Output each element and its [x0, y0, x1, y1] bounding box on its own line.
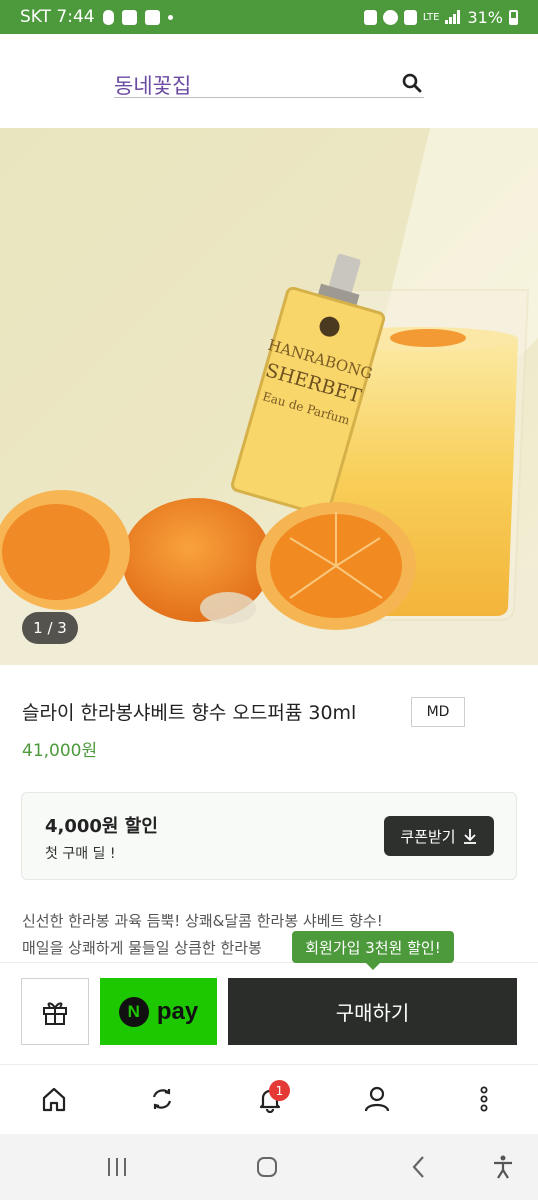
- back-icon: [412, 1156, 424, 1178]
- gallery-icon: [121, 9, 137, 25]
- mute-icon: [403, 9, 417, 25]
- android-nav-bar: [0, 1134, 538, 1200]
- image-counter: 1 / 3: [22, 612, 78, 644]
- recent-apps-button[interactable]: [102, 1152, 132, 1182]
- home-icon: [42, 1087, 66, 1112]
- npay-logo-icon: N: [118, 996, 149, 1027]
- nav-my-page[interactable]: [361, 1083, 393, 1115]
- back-button[interactable]: [404, 1152, 434, 1182]
- search-input[interactable]: 동네꽃집: [114, 70, 191, 100]
- gift-button[interactable]: [21, 978, 89, 1045]
- app-screen: SKT 7:44 LTE 31% 동네꽃집 HANRABONG SHERBET …: [0, 0, 538, 1200]
- nav-refresh[interactable]: [146, 1083, 178, 1115]
- download-icon: [463, 829, 476, 844]
- status-bar: SKT 7:44 LTE 31%: [0, 0, 538, 34]
- more-icon: [480, 1086, 488, 1112]
- tooltip-tail: [365, 962, 381, 970]
- lock-icon: [363, 9, 377, 25]
- npay-button[interactable]: N pay: [100, 978, 217, 1045]
- purchase-bar: N pay 구매하기: [0, 962, 538, 1062]
- nav-home[interactable]: [38, 1083, 70, 1115]
- buy-button[interactable]: 구매하기: [228, 978, 517, 1045]
- battery-icon: [509, 9, 518, 25]
- search-icon[interactable]: [402, 73, 422, 93]
- npay-label: pay: [156, 997, 199, 1025]
- description-line: 신선한 한라봉 과육 듬뿍! 상쾌&달콤 한라봉 샤베트 향수!: [22, 912, 383, 930]
- product-photo: HANRABONG SHERBET Eau de Parfum: [0, 128, 538, 665]
- notification-dot-icon: [167, 14, 173, 20]
- home-system-button[interactable]: [252, 1152, 282, 1182]
- header: 동네꽃집: [0, 34, 538, 128]
- coupon-button-label: 쿠폰받기: [400, 827, 456, 846]
- accessibility-icon: [494, 1155, 512, 1179]
- product-price: 41,000원: [22, 741, 98, 761]
- coupon-amount: 4,000원 할인: [45, 816, 158, 837]
- coupon-box: 4,000원 할인 첫 구매 딜 ! 쿠폰받기: [21, 792, 517, 880]
- bottom-nav: [0, 1064, 538, 1134]
- network-type: LTE: [422, 11, 440, 23]
- walking-icon: [102, 9, 114, 25]
- md-badge: MD: [411, 697, 465, 727]
- battery-percent: 31%: [467, 7, 503, 27]
- coupon-description: 첫 구매 딜 !: [45, 846, 116, 862]
- description-line: 매일을 상쾌하게 물들일 상큼한 한라봉: [22, 939, 262, 957]
- signal-icon: [445, 10, 461, 24]
- accessibility-button[interactable]: [488, 1152, 518, 1182]
- alarm-icon: [382, 9, 398, 25]
- gift-icon: [43, 1001, 67, 1025]
- app-s-icon: [144, 9, 160, 25]
- signup-discount-tooltip[interactable]: 회원가입 3천원 할인!: [292, 931, 454, 963]
- recent-apps-icon: [108, 1158, 126, 1176]
- user-icon: [364, 1086, 390, 1112]
- refresh-icon: [152, 1089, 172, 1109]
- product-image[interactable]: HANRABONG SHERBET Eau de Parfum: [0, 128, 538, 665]
- coupon-download-button[interactable]: 쿠폰받기: [384, 816, 494, 856]
- notification-badge: 1: [269, 1080, 290, 1101]
- home-system-icon: [257, 1157, 277, 1177]
- product-title: 슬라이 한라봉샤베트 향수 오드퍼퓸 30ml: [22, 702, 357, 724]
- search-bar[interactable]: 동네꽃집: [114, 70, 424, 98]
- status-carrier-time: SKT 7:44: [20, 7, 95, 27]
- nav-more[interactable]: [468, 1083, 500, 1115]
